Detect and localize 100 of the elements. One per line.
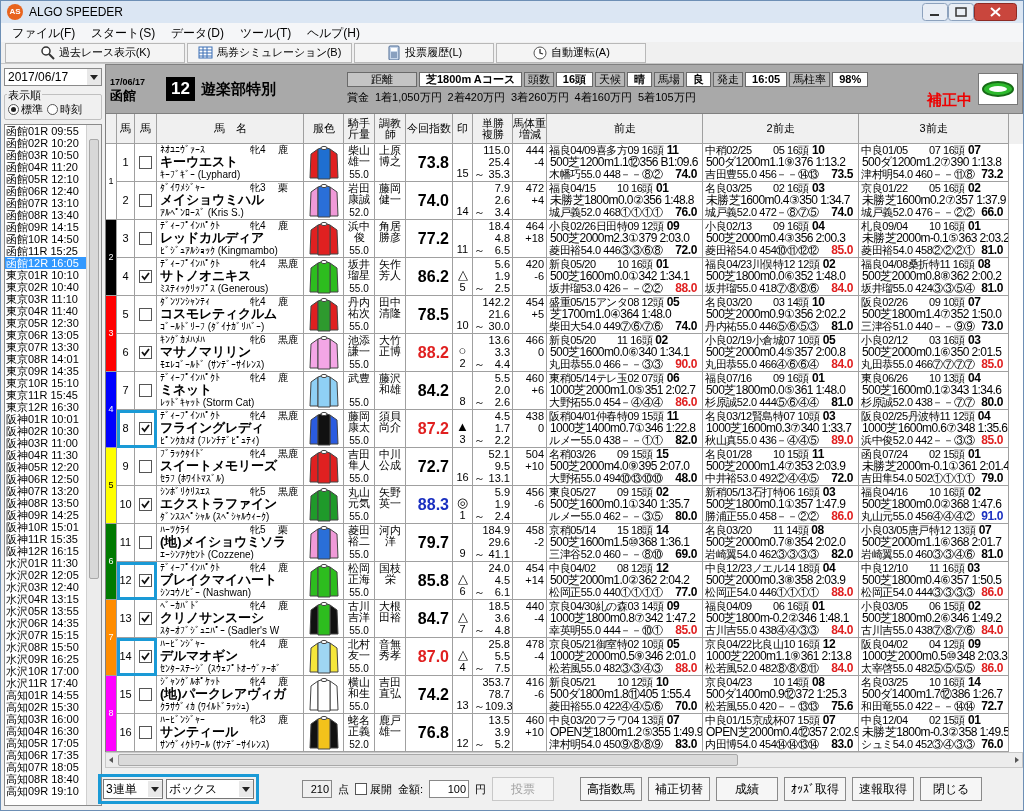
race-list-item[interactable]: 水沢02R 12:05 <box>5 568 86 581</box>
menu-item[interactable]: ツール(T) <box>233 23 299 42</box>
race-list-item[interactable]: 東京10R 15:10 <box>5 376 86 389</box>
race-list-item[interactable]: 東京07R 13:30 <box>5 340 86 353</box>
race-list-item[interactable]: 水沢07R 15:15 <box>5 628 86 641</box>
race-list-item[interactable]: 水沢11R 17:40 <box>5 676 86 689</box>
race-list-item[interactable]: 阪神09R 14:25 <box>5 508 86 521</box>
race-list-item[interactable]: 水沢05R 13:55 <box>5 604 86 617</box>
race-list-item[interactable]: 函館05R 12:10 <box>5 172 86 185</box>
checkbox[interactable] <box>139 612 152 625</box>
date-dropdown[interactable]: 2017/06/17 <box>4 68 102 86</box>
checkbox[interactable] <box>139 308 152 321</box>
toolbar-button[interactable]: 自動運転(A) <box>496 42 646 63</box>
race-list-item[interactable]: 東京09R 14:35 <box>5 364 86 377</box>
race-list-item[interactable]: 東京03R 11:10 <box>5 292 86 305</box>
race-list-item[interactable]: 水沢01R 11:30 <box>5 556 86 569</box>
jockey-info: 松岡正54.0 446①①①① <box>705 586 819 598</box>
checkbox[interactable] <box>139 726 152 739</box>
checkbox[interactable] <box>139 156 152 169</box>
race-list-item[interactable]: 高知09R 19:10 <box>5 784 86 797</box>
race-list-item[interactable]: 阪神08R 13:50 <box>5 496 86 509</box>
checkbox[interactable] <box>139 688 152 701</box>
radio-option[interactable]: 標準 <box>8 101 43 118</box>
race-list-item[interactable]: 函館11R 15:25 <box>5 244 86 257</box>
checkbox[interactable] <box>139 422 152 435</box>
race-list-item[interactable]: 阪神10R 15:01 <box>5 520 86 533</box>
action-button[interactable]: 速報取得 <box>852 777 915 801</box>
race-list-item[interactable]: 函館03R 10:50 <box>5 148 86 161</box>
race-list-item[interactable]: 高知05R 17:05 <box>5 736 86 749</box>
action-button[interactable]: ｵｯｽﾞ取得 <box>784 777 847 801</box>
race-list-item[interactable]: 東京08R 14:01 <box>5 352 86 365</box>
bet-type-dropdown[interactable]: 3連単 <box>103 779 163 799</box>
race-list-item[interactable]: 函館01R 09:55 <box>5 124 86 137</box>
race-list-item[interactable]: 高知03R 16:00 <box>5 712 86 725</box>
race-list-item[interactable]: 東京06R 13:05 <box>5 328 86 341</box>
horizontal-scrollbar[interactable] <box>105 752 1023 768</box>
menu-item[interactable]: ヘルプ(H) <box>300 23 367 42</box>
checkbox[interactable] <box>139 536 152 549</box>
checkbox[interactable] <box>139 498 152 511</box>
race-list-item[interactable]: 東京11R 15:45 <box>5 388 86 401</box>
checkbox[interactable] <box>139 384 152 397</box>
race-list-item[interactable]: 東京01R 10:10 <box>5 268 86 281</box>
checkbox[interactable] <box>139 346 152 359</box>
race-list-item[interactable]: 阪神05R 12:20 <box>5 460 86 473</box>
expand-checkbox[interactable]: 展開 <box>355 780 392 798</box>
race-list-item[interactable]: 阪神01R 10:01 <box>5 412 86 425</box>
radio-option[interactable]: 時刻 <box>47 101 82 118</box>
action-button[interactable]: 補正切替 <box>648 777 711 801</box>
race-list-item[interactable]: 水沢03R 12:40 <box>5 580 86 593</box>
menu-item[interactable]: データ(D) <box>164 23 231 42</box>
checkbox[interactable] <box>139 270 152 283</box>
place-odds: 78.7 <box>488 688 510 700</box>
menu-item[interactable]: スタート(S) <box>84 23 163 42</box>
toolbar-button[interactable]: 過去レース表示(K) <box>5 42 185 63</box>
race-list-item[interactable]: 東京02R 10:40 <box>5 280 86 293</box>
toolbar-button[interactable]: 投票履歴(L) <box>354 42 494 63</box>
race-list-item[interactable]: 阪神12R 16:15 <box>5 544 86 557</box>
race-list-item[interactable]: 阪神04R 11:30 <box>5 448 86 461</box>
amount-field[interactable]: 100 <box>429 780 470 798</box>
action-button[interactable]: 成績 <box>716 777 779 801</box>
race-list-item[interactable]: 水沢08R 15:50 <box>5 640 86 653</box>
race-list-item[interactable]: 東京04R 11:40 <box>5 304 86 317</box>
race-list-item[interactable]: 高知02R 15:30 <box>5 700 86 713</box>
race-list-item[interactable]: 函館10R 14:50 <box>5 232 86 245</box>
race-list-item[interactable]: 阪神11R 15:35 <box>5 532 86 545</box>
condition-value: 98% <box>832 72 869 88</box>
race-list-item[interactable]: 高知07R 18:05 <box>5 760 86 773</box>
race-list-item[interactable]: 水沢04R 13:15 <box>5 592 86 605</box>
action-button[interactable]: 高指数馬 <box>580 777 643 801</box>
checkbox[interactable] <box>139 194 152 207</box>
sire-name: ﾍﾞｰｶﾊﾞﾄﾞ <box>160 600 201 611</box>
past-index: 86.0 <box>981 586 1004 598</box>
race-list-item[interactable]: 阪神07R 13:20 <box>5 484 86 497</box>
race-list-item[interactable]: 阪神02R 10:30 <box>5 424 86 437</box>
race-list-item[interactable]: 東京12R 16:30 <box>5 400 86 413</box>
race-list-item[interactable]: 高知01R 14:55 <box>5 688 86 701</box>
race-list-item[interactable]: 函館02R 10:20 <box>5 136 86 149</box>
menu-item[interactable]: ファイル(F) <box>5 23 83 42</box>
race-list-item[interactable]: 高知06R 17:35 <box>5 748 86 761</box>
race-list-item[interactable]: 函館08R 13:40 <box>5 208 86 221</box>
race-list-item[interactable]: 高知04R 16:30 <box>5 724 86 737</box>
race-list-item[interactable]: 阪神06R 12:50 <box>5 472 86 485</box>
toolbar-button[interactable]: 馬券シミュレーション(B) <box>187 42 352 63</box>
race-list-item[interactable]: 函館07R 13:10 <box>5 196 86 209</box>
vertical-scrollbar[interactable] <box>86 124 101 805</box>
bet-method-dropdown[interactable]: ボックス <box>166 779 254 799</box>
race-list-item[interactable]: 高知08R 18:40 <box>5 772 86 785</box>
race-list-item[interactable]: 東京05R 12:30 <box>5 316 86 329</box>
race-list-item[interactable]: 水沢09R 16:25 <box>5 652 86 665</box>
checkbox[interactable] <box>139 232 152 245</box>
race-list-item[interactable]: 函館09R 14:15 <box>5 220 86 233</box>
race-list-item[interactable]: 函館06R 12:40 <box>5 184 86 197</box>
race-list-item[interactable]: 水沢06R 14:35 <box>5 616 86 629</box>
checkbox[interactable] <box>139 574 152 587</box>
race-list-item[interactable]: 函館04R 11:20 <box>5 160 86 173</box>
action-button[interactable]: 閉じる <box>920 777 983 801</box>
race-list-item[interactable]: 阪神03R 11:00 <box>5 436 86 449</box>
checkbox[interactable] <box>139 650 152 663</box>
checkbox[interactable] <box>139 460 152 473</box>
race-list-item[interactable]: 水沢10R 17:00 <box>5 664 86 677</box>
